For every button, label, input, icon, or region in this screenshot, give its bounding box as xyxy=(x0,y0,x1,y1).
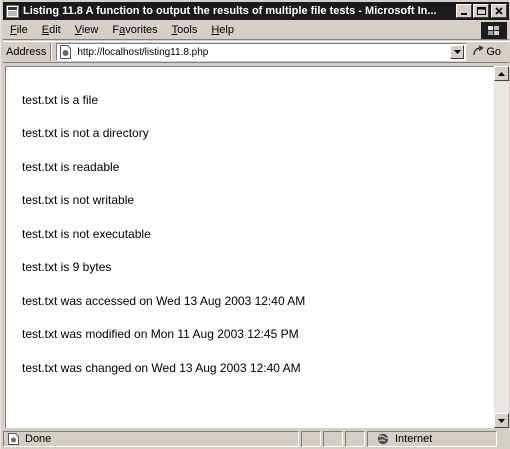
menu-tools[interactable]: Tools xyxy=(165,24,205,36)
internet-globe-icon xyxy=(376,433,390,445)
title-bar[interactable]: Listing 11.8 A function to output the re… xyxy=(3,2,509,20)
menu-help[interactable]: Help xyxy=(204,24,241,36)
go-button[interactable]: Go xyxy=(472,44,502,60)
result-line: test.txt is 9 bytes xyxy=(22,260,112,274)
status-text: Done xyxy=(25,433,52,445)
close-button[interactable] xyxy=(491,4,507,18)
menu-bar: File Edit View Favorites Tools Help xyxy=(3,21,509,40)
result-line: test.txt was modified on Mon 11 Aug 2003… xyxy=(22,327,299,341)
zone-label: Internet xyxy=(395,433,433,445)
result-line: test.txt was accessed on Wed 13 Aug 2003… xyxy=(22,294,306,308)
menu-tools-label: ools xyxy=(177,24,198,36)
result-line: test.txt is not executable xyxy=(22,227,151,241)
result-line: test.txt was changed on Wed 13 Aug 2003 … xyxy=(22,361,301,375)
result-line: test.txt is not writable xyxy=(22,193,135,207)
address-dropdown-button[interactable] xyxy=(450,45,465,59)
menu-file[interactable]: File xyxy=(3,24,35,36)
menu-favorites-label: vorites xyxy=(125,24,158,36)
menu-edit[interactable]: Edit xyxy=(35,24,68,36)
menu-edit-key: E xyxy=(41,24,50,36)
result-line: test.txt is a file xyxy=(22,93,99,107)
windows-logo-icon xyxy=(481,22,507,39)
result-line: test.txt is not a directory xyxy=(22,126,149,140)
page-content: test.txt is a file test.txt is not a dir… xyxy=(5,66,494,428)
status-text-panel: Done xyxy=(3,431,299,447)
address-bar: Address http://localhost/listing11.8.php xyxy=(3,41,509,63)
page-icon xyxy=(59,45,73,59)
menu-file-key: F xyxy=(10,24,17,36)
browser-window: Listing 11.8 A function to output the re… xyxy=(0,0,510,449)
menu-file-label: ile xyxy=(16,24,28,36)
menu-edit-label: dit xyxy=(49,24,61,36)
result-line: test.txt is readable xyxy=(22,160,120,174)
status-bar: Done Internet xyxy=(3,430,509,448)
maximize-button[interactable] xyxy=(473,4,489,18)
address-label: Address xyxy=(6,46,47,58)
menu-view-label: iew xyxy=(81,24,99,36)
page-done-icon xyxy=(7,433,21,445)
menu-favorites[interactable]: Favorites xyxy=(105,24,164,36)
go-label: Go xyxy=(486,46,502,58)
scroll-up-button[interactable] xyxy=(494,66,509,81)
status-cell xyxy=(323,431,343,447)
vertical-scrollbar[interactable] xyxy=(494,66,509,428)
address-input[interactable]: http://localhost/listing11.8.php xyxy=(56,43,467,61)
window-title: Listing 11.8 A function to output the re… xyxy=(23,5,437,17)
status-cell xyxy=(345,431,365,447)
menu-view-key: V xyxy=(74,24,82,36)
security-zone-panel: Internet xyxy=(367,431,497,447)
address-value: http://localhost/listing11.8.php xyxy=(77,46,209,58)
minimize-button[interactable] xyxy=(456,4,472,18)
ie-icon xyxy=(5,4,19,18)
menu-view[interactable]: View xyxy=(68,24,106,36)
menu-help-label: elp xyxy=(219,24,234,36)
go-arrow-icon xyxy=(472,44,485,60)
scroll-down-button[interactable] xyxy=(494,413,509,428)
address-divider xyxy=(50,43,53,61)
status-cell xyxy=(301,431,321,447)
